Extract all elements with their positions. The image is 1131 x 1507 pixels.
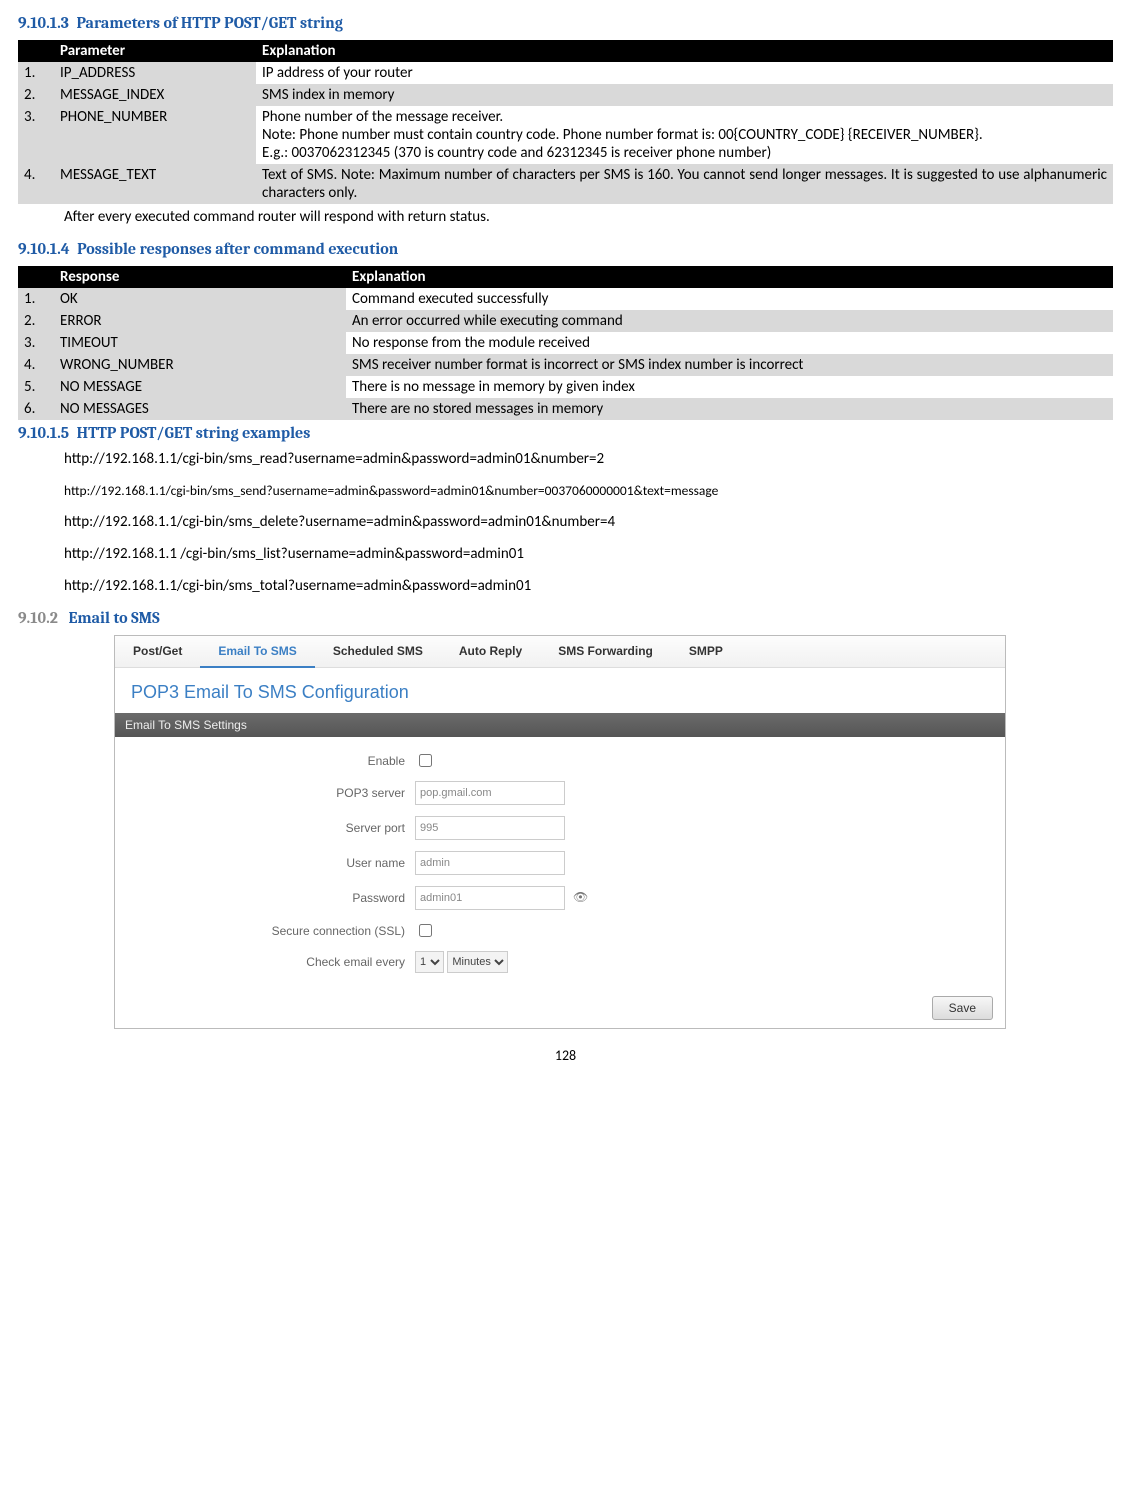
tab-email-to-sms[interactable]: Email To SMS: [200, 636, 314, 668]
label-ssl: Secure connection (SSL): [115, 924, 415, 938]
label-pop3: POP3 server: [115, 786, 415, 800]
row-explanation: Text of SMS. Note: Maximum number of cha…: [256, 164, 1113, 204]
col-response: Response: [54, 266, 346, 288]
eye-icon[interactable]: 👁: [573, 890, 588, 904]
row-explanation: There are no stored messages in memory: [346, 398, 1113, 420]
table-row: 1.IP_ADDRESSIP address of your router: [18, 62, 1113, 84]
table-row: 2.ERRORAn error occurred while executing…: [18, 310, 1113, 332]
row-number: 1.: [18, 288, 54, 310]
row-number: 4.: [18, 164, 54, 204]
row-number: 6.: [18, 398, 54, 420]
row-parameter: PHONE_NUMBER: [54, 106, 256, 164]
heading-number: 9.10.1.4: [18, 240, 70, 258]
panel-title: POP3 Email To SMS Configuration: [115, 668, 1005, 713]
row-explanation: There is no message in memory by given i…: [346, 376, 1113, 398]
button-bar: Save: [115, 990, 1005, 1020]
table-row: 6.NO MESSAGESThere are no stored message…: [18, 398, 1113, 420]
table-row: 3.TIMEOUTNo response from the module rec…: [18, 332, 1113, 354]
row-number: 2.: [18, 310, 54, 332]
password-input[interactable]: [415, 886, 565, 910]
post-table-note: After every executed command router will…: [64, 208, 1113, 226]
heading-9-10-1-3: 9.10.1.3 Parameters of HTTP POST/GET str…: [18, 14, 1113, 32]
row-response: WRONG_NUMBER: [54, 354, 346, 376]
row-number: 4.: [18, 354, 54, 376]
label-check: Check email every: [115, 955, 415, 969]
heading-number: 9.10.1.3: [18, 14, 69, 32]
heading-9-10-1-4: 9.10.1.4 Possible responses after comman…: [18, 240, 1113, 258]
table-row: 5.NO MESSAGEThere is no message in memor…: [18, 376, 1113, 398]
label-user: User name: [115, 856, 415, 870]
heading-number: 9.10.1.5: [18, 424, 69, 442]
example-url: http://192.168.1.1/cgi-bin/sms_read?user…: [64, 450, 1113, 468]
tab-smpp[interactable]: SMPP: [671, 636, 741, 667]
row-number: 3.: [18, 106, 54, 164]
heading-number: 9.10.2: [18, 609, 58, 627]
example-url: http://192.168.1.1/cgi-bin/sms_total?use…: [64, 577, 1113, 595]
row-parameter: MESSAGE_TEXT: [54, 164, 256, 204]
row-explanation: Command executed successfully: [346, 288, 1113, 310]
example-url: http://192.168.1.1/cgi-bin/sms_send?user…: [64, 482, 1113, 499]
form-area: Enable POP3 server Server port User name…: [115, 737, 1005, 990]
table-row: 4.WRONG_NUMBERSMS receiver number format…: [18, 354, 1113, 376]
row-number: 3.: [18, 332, 54, 354]
table-row: 2.MESSAGE_INDEXSMS index in memory: [18, 84, 1113, 106]
heading-text: Possible responses after command executi…: [77, 240, 398, 258]
pop3-server-input[interactable]: [415, 781, 565, 805]
row-explanation: Phone number of the message receiver.Not…: [256, 106, 1113, 164]
col-parameter: Parameter: [54, 40, 256, 62]
responses-table: Response Explanation 1.OKCommand execute…: [18, 266, 1113, 420]
enable-checkbox[interactable]: [419, 754, 432, 767]
row-response: OK: [54, 288, 346, 310]
row-parameter: IP_ADDRESS: [54, 62, 256, 84]
col-explanation: Explanation: [346, 266, 1113, 288]
tab-auto-reply[interactable]: Auto Reply: [441, 636, 540, 667]
tab-scheduled-sms[interactable]: Scheduled SMS: [315, 636, 441, 667]
heading-text: Email to SMS: [68, 609, 159, 627]
page-number: 128: [18, 1047, 1113, 1064]
row-number: 5.: [18, 376, 54, 398]
email-to-sms-screenshot: Post/GetEmail To SMSScheduled SMSAuto Re…: [114, 635, 1006, 1029]
heading-text: Parameters of HTTP POST/GET string: [76, 14, 342, 32]
username-input[interactable]: [415, 851, 565, 875]
row-response: NO MESSAGE: [54, 376, 346, 398]
row-response: ERROR: [54, 310, 346, 332]
parameters-table: Parameter Explanation 1.IP_ADDRESSIP add…: [18, 40, 1113, 204]
heading-text: HTTP POST/GET string examples: [77, 424, 311, 442]
row-number: 2.: [18, 84, 54, 106]
row-number: 1.: [18, 62, 54, 84]
example-url: http://192.168.1.1/cgi-bin/sms_delete?us…: [64, 513, 1113, 531]
example-url: http://192.168.1.1 /cgi-bin/sms_list?use…: [64, 545, 1113, 563]
examples-block: http://192.168.1.1/cgi-bin/sms_read?user…: [64, 450, 1113, 595]
col-explanation: Explanation: [256, 40, 1113, 62]
tab-sms-forwarding[interactable]: SMS Forwarding: [540, 636, 671, 667]
row-explanation: SMS index in memory: [256, 84, 1113, 106]
label-enable: Enable: [115, 754, 415, 768]
row-parameter: MESSAGE_INDEX: [54, 84, 256, 106]
check-interval-number-select[interactable]: 1: [415, 951, 444, 973]
row-explanation: IP address of your router: [256, 62, 1113, 84]
heading-9-10-2: 9.10.2 Email to SMS: [18, 609, 1113, 627]
row-explanation: No response from the module received: [346, 332, 1113, 354]
tabs-row: Post/GetEmail To SMSScheduled SMSAuto Re…: [115, 636, 1005, 668]
server-port-input[interactable]: [415, 816, 565, 840]
label-port: Server port: [115, 821, 415, 835]
table-row: 1.OKCommand executed successfully: [18, 288, 1113, 310]
row-explanation: SMS receiver number format is incorrect …: [346, 354, 1113, 376]
tab-post-get[interactable]: Post/Get: [115, 636, 200, 667]
table-row: 4.MESSAGE_TEXTText of SMS. Note: Maximum…: [18, 164, 1113, 204]
table-row: 3.PHONE_NUMBERPhone number of the messag…: [18, 106, 1113, 164]
row-response: NO MESSAGES: [54, 398, 346, 420]
save-button[interactable]: Save: [932, 996, 993, 1020]
check-interval-unit-select[interactable]: Minutes: [447, 951, 508, 973]
row-explanation: An error occurred while executing comman…: [346, 310, 1113, 332]
ssl-checkbox[interactable]: [419, 924, 432, 937]
heading-9-10-1-5: 9.10.1.5 HTTP POST/GET string examples: [18, 424, 1113, 442]
label-pass: Password: [115, 891, 415, 905]
section-bar: Email To SMS Settings: [115, 713, 1005, 737]
row-response: TIMEOUT: [54, 332, 346, 354]
